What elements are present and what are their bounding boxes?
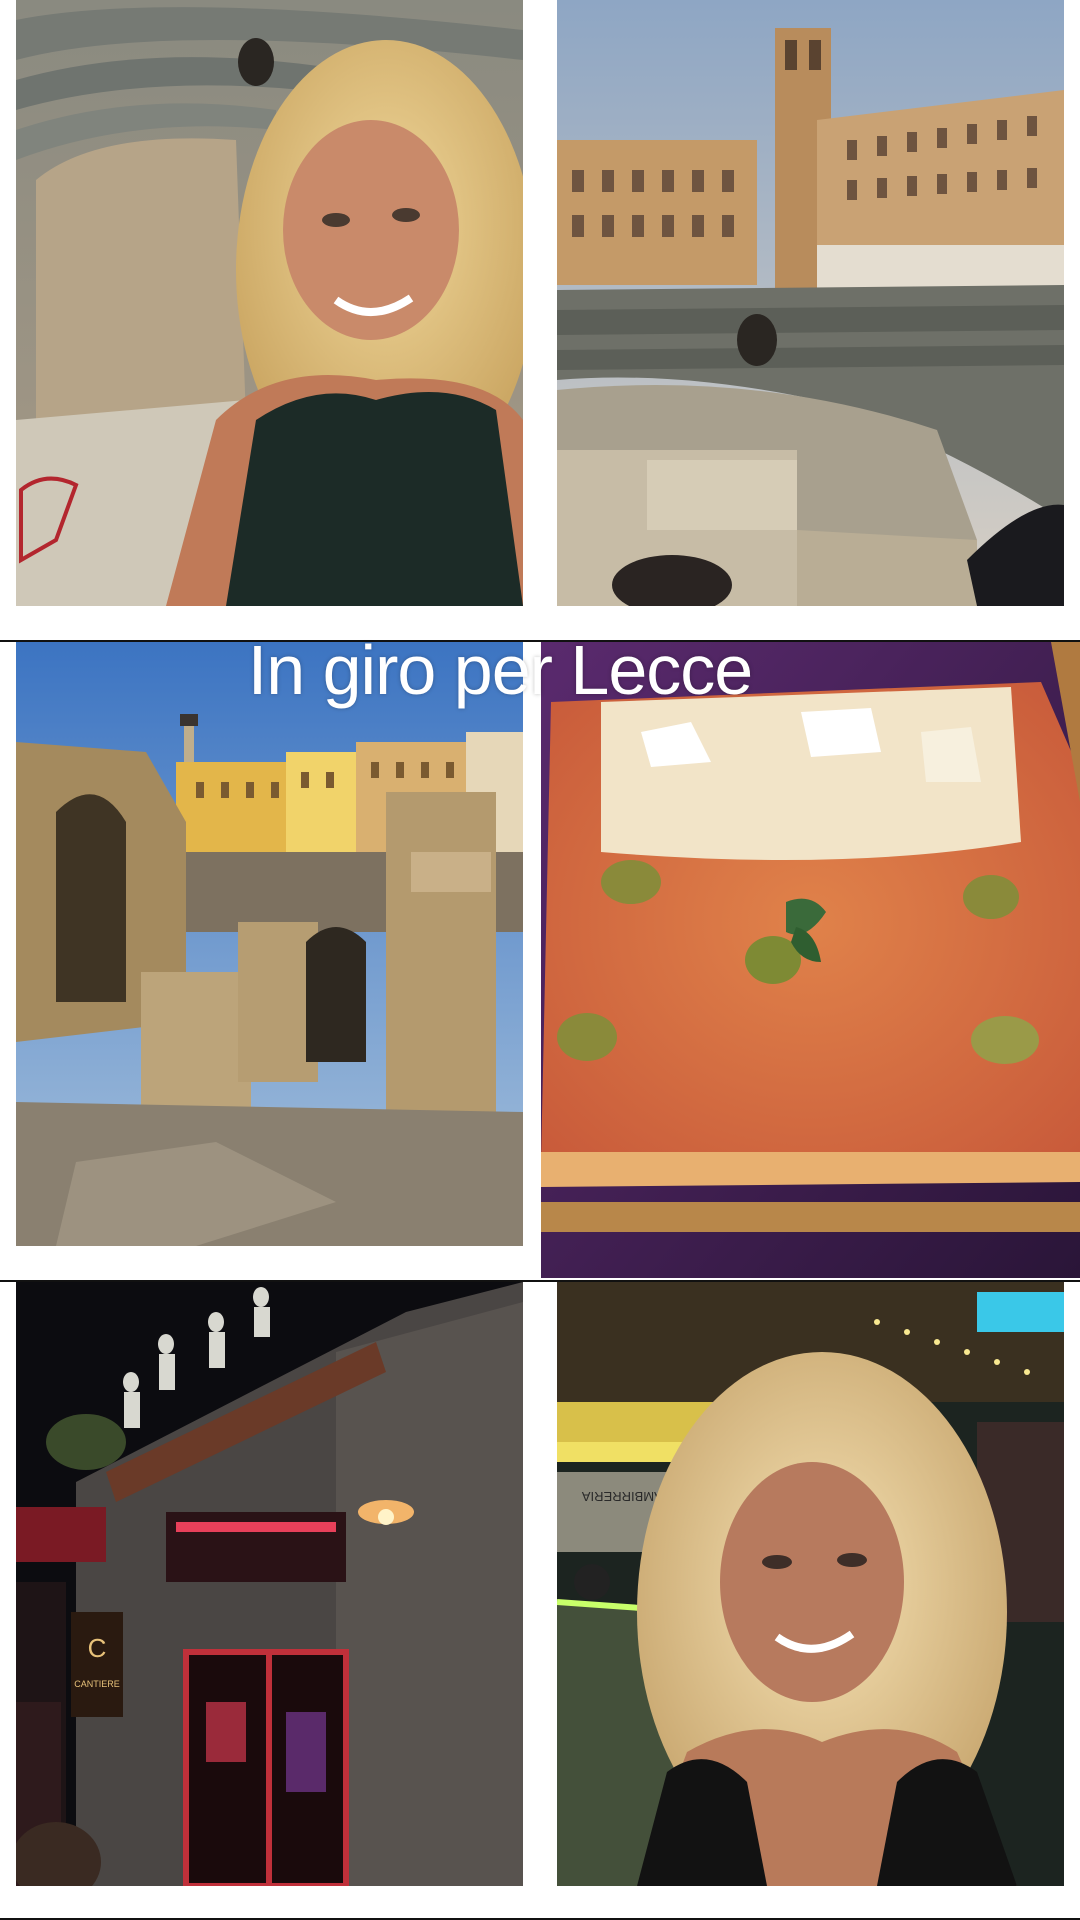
photo-selfie-amphitheatre-image — [16, 0, 523, 606]
photo-night-selfie: HAMBIRRERIA — [557, 1282, 1064, 1886]
photo-pizza — [541, 642, 1080, 1278]
photo-amphitheatre-ruins — [16, 642, 523, 1246]
photo-amphitheatre-piazza-image — [557, 0, 1064, 606]
photo-night-selfie-image: HAMBIRRERIA — [557, 1282, 1064, 1886]
video-caption: In giro per Lecce — [247, 631, 753, 709]
cantiere-sign-text: CANTIERE — [74, 1679, 120, 1689]
photo-pizza-image — [541, 642, 1080, 1278]
svg-text:C: C — [88, 1633, 107, 1663]
photo-amphitheatre-piazza — [557, 0, 1064, 606]
photo-cantiere-bar-image: C CANTIERE — [16, 1282, 523, 1886]
photo-selfie-amphitheatre — [16, 0, 523, 606]
photo-cantiere-bar: C CANTIERE — [16, 1282, 523, 1886]
photo-amphitheatre-ruins-image — [16, 642, 523, 1246]
